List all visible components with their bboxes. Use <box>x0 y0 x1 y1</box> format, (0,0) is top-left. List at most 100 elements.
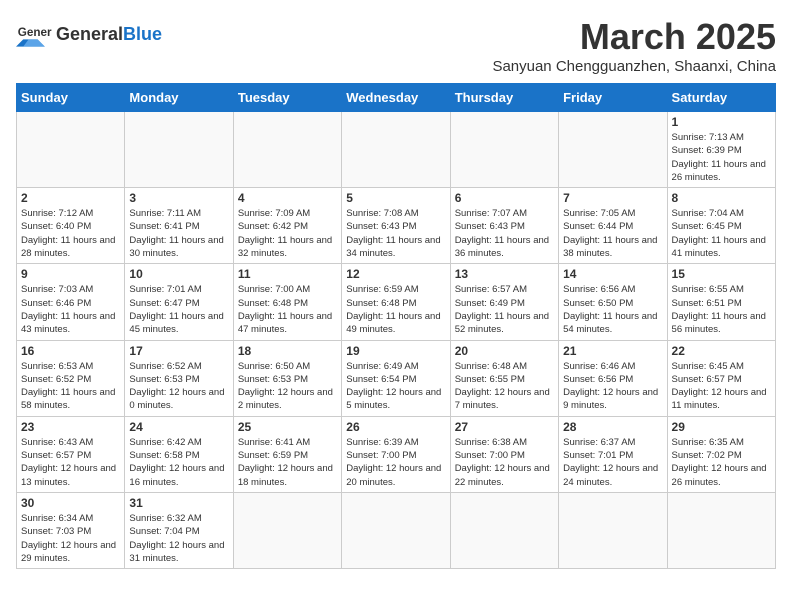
weekday-header-friday: Friday <box>559 84 667 112</box>
day-info: Sunrise: 6:43 AM Sunset: 6:57 PM Dayligh… <box>21 436 120 489</box>
day-cell <box>342 492 450 568</box>
day-cell: 26 Sunrise: 6:39 AM Sunset: 7:00 PM Dayli… <box>342 416 450 492</box>
day-cell <box>667 492 775 568</box>
weekday-header-tuesday: Tuesday <box>233 84 341 112</box>
day-cell: 4Sunrise: 7:09 AM Sunset: 6:42 PM Daylig… <box>233 188 341 264</box>
day-number: 16 <box>21 344 120 358</box>
day-info: Sunrise: 6:49 AM Sunset: 6:54 PM Dayligh… <box>346 360 445 413</box>
day-cell: 21Sunrise: 6:46 AM Sunset: 6:56 PM Dayli… <box>559 340 667 416</box>
day-cell: 13Sunrise: 6:57 AM Sunset: 6:49 PM Dayli… <box>450 264 558 340</box>
day-number: 12 <box>346 267 445 281</box>
day-info: Sunrise: 6:42 AM Sunset: 6:58 PM Dayligh… <box>129 436 228 489</box>
week-row-1: 1 Sunrise: 7:13 AM Sunset: 6:39 PM Daylig… <box>17 112 776 188</box>
day-number: 30 <box>21 496 120 510</box>
day-cell: 27 Sunrise: 6:38 AM Sunset: 7:00 PM Dayli… <box>450 416 558 492</box>
day-cell: 18Sunrise: 6:50 AM Sunset: 6:53 PM Dayli… <box>233 340 341 416</box>
day-cell: 6 Sunrise: 7:07 AM Sunset: 6:43 PM Daylig… <box>450 188 558 264</box>
day-info: Sunrise: 7:00 AM Sunset: 6:48 PM Dayligh… <box>238 283 337 336</box>
day-info: Sunrise: 7:01 AM Sunset: 6:47 PM Dayligh… <box>129 283 228 336</box>
day-info: Sunrise: 6:41 AM Sunset: 6:59 PM Dayligh… <box>238 436 337 489</box>
day-info: Sunrise: 7:11 AM Sunset: 6:41 PM Dayligh… <box>129 207 228 260</box>
week-row-3: 9 Sunrise: 7:03 AM Sunset: 6:46 PM Daylig… <box>17 264 776 340</box>
day-info: Sunrise: 6:59 AM Sunset: 6:48 PM Dayligh… <box>346 283 445 336</box>
day-number: 17 <box>129 344 228 358</box>
day-cell <box>342 112 450 188</box>
day-cell: 11 Sunrise: 7:00 AM Sunset: 6:48 PM Dayli… <box>233 264 341 340</box>
day-cell: 12 Sunrise: 6:59 AM Sunset: 6:48 PM Dayli… <box>342 264 450 340</box>
day-number: 14 <box>563 267 662 281</box>
day-number: 18 <box>238 344 337 358</box>
day-number: 8 <box>672 191 771 205</box>
week-row-6: 30 Sunrise: 6:34 AM Sunset: 7:03 PM Dayli… <box>17 492 776 568</box>
day-number: 24 <box>129 420 228 434</box>
day-number: 6 <box>455 191 554 205</box>
day-info: Sunrise: 6:53 AM Sunset: 6:52 PM Dayligh… <box>21 360 120 413</box>
day-info: Sunrise: 6:32 AM Sunset: 7:04 PM Dayligh… <box>129 512 228 565</box>
day-info: Sunrise: 6:34 AM Sunset: 7:03 PM Dayligh… <box>21 512 120 565</box>
month-title: March 2025 <box>492 16 776 58</box>
day-number: 27 <box>455 420 554 434</box>
day-info: Sunrise: 6:45 AM Sunset: 6:57 PM Dayligh… <box>672 360 771 413</box>
day-cell: 16 Sunrise: 6:53 AM Sunset: 6:52 PM Dayli… <box>17 340 125 416</box>
day-number: 19 <box>346 344 445 358</box>
weekday-header-row: SundayMondayTuesdayWednesdayThursdayFrid… <box>17 84 776 112</box>
logo-icon: General <box>16 16 52 52</box>
day-number: 11 <box>238 267 337 281</box>
day-number: 3 <box>129 191 228 205</box>
day-cell: 17Sunrise: 6:52 AM Sunset: 6:53 PM Dayli… <box>125 340 233 416</box>
logo: General GeneralBlue <box>16 16 162 52</box>
day-info: Sunrise: 7:08 AM Sunset: 6:43 PM Dayligh… <box>346 207 445 260</box>
day-cell: 7Sunrise: 7:05 AM Sunset: 6:44 PM Daylig… <box>559 188 667 264</box>
day-info: Sunrise: 6:35 AM Sunset: 7:02 PM Dayligh… <box>672 436 771 489</box>
day-cell: 10 Sunrise: 7:01 AM Sunset: 6:47 PM Dayli… <box>125 264 233 340</box>
day-cell <box>559 112 667 188</box>
day-info: Sunrise: 7:07 AM Sunset: 6:43 PM Dayligh… <box>455 207 554 260</box>
day-cell: 3 Sunrise: 7:11 AM Sunset: 6:41 PM Daylig… <box>125 188 233 264</box>
day-cell: 29Sunrise: 6:35 AM Sunset: 7:02 PM Dayli… <box>667 416 775 492</box>
day-number: 26 <box>346 420 445 434</box>
location-title: Sanyuan Chengguanzhen, Shaanxi, China <box>492 58 776 75</box>
day-cell: 31Sunrise: 6:32 AM Sunset: 7:04 PM Dayli… <box>125 492 233 568</box>
day-number: 1 <box>672 115 771 129</box>
week-row-5: 23 Sunrise: 6:43 AM Sunset: 6:57 PM Dayli… <box>17 416 776 492</box>
day-cell: 9 Sunrise: 7:03 AM Sunset: 6:46 PM Daylig… <box>17 264 125 340</box>
title-block: March 2025 Sanyuan Chengguanzhen, Shaanx… <box>492 16 776 75</box>
day-number: 10 <box>129 267 228 281</box>
day-info: Sunrise: 6:38 AM Sunset: 7:00 PM Dayligh… <box>455 436 554 489</box>
day-number: 25 <box>238 420 337 434</box>
header: General GeneralBlue March 2025 Sanyuan C… <box>16 16 776 75</box>
day-cell <box>450 112 558 188</box>
day-cell: 14 Sunrise: 6:56 AM Sunset: 6:50 PM Dayli… <box>559 264 667 340</box>
day-cell <box>125 112 233 188</box>
weekday-header-sunday: Sunday <box>17 84 125 112</box>
weekday-header-monday: Monday <box>125 84 233 112</box>
day-cell: 15Sunrise: 6:55 AM Sunset: 6:51 PM Dayli… <box>667 264 775 340</box>
day-number: 9 <box>21 267 120 281</box>
week-row-2: 2Sunrise: 7:12 AM Sunset: 6:40 PM Daylig… <box>17 188 776 264</box>
weekday-header-saturday: Saturday <box>667 84 775 112</box>
day-cell: 2Sunrise: 7:12 AM Sunset: 6:40 PM Daylig… <box>17 188 125 264</box>
day-number: 5 <box>346 191 445 205</box>
day-cell <box>233 112 341 188</box>
day-info: Sunrise: 6:37 AM Sunset: 7:01 PM Dayligh… <box>563 436 662 489</box>
day-info: Sunrise: 6:57 AM Sunset: 6:49 PM Dayligh… <box>455 283 554 336</box>
day-number: 4 <box>238 191 337 205</box>
day-info: Sunrise: 6:39 AM Sunset: 7:00 PM Dayligh… <box>346 436 445 489</box>
day-info: Sunrise: 7:03 AM Sunset: 6:46 PM Dayligh… <box>21 283 120 336</box>
day-number: 23 <box>21 420 120 434</box>
day-info: Sunrise: 6:46 AM Sunset: 6:56 PM Dayligh… <box>563 360 662 413</box>
weekday-header-thursday: Thursday <box>450 84 558 112</box>
day-cell: 8 Sunrise: 7:04 AM Sunset: 6:45 PM Daylig… <box>667 188 775 264</box>
day-info: Sunrise: 6:55 AM Sunset: 6:51 PM Dayligh… <box>672 283 771 336</box>
day-number: 22 <box>672 344 771 358</box>
day-cell: 1 Sunrise: 7:13 AM Sunset: 6:39 PM Daylig… <box>667 112 775 188</box>
day-info: Sunrise: 6:56 AM Sunset: 6:50 PM Dayligh… <box>563 283 662 336</box>
day-info: Sunrise: 7:13 AM Sunset: 6:39 PM Dayligh… <box>672 131 771 184</box>
day-cell <box>450 492 558 568</box>
day-info: Sunrise: 6:48 AM Sunset: 6:55 PM Dayligh… <box>455 360 554 413</box>
svg-text:General: General <box>18 26 52 39</box>
day-cell: 5 Sunrise: 7:08 AM Sunset: 6:43 PM Daylig… <box>342 188 450 264</box>
day-info: Sunrise: 7:04 AM Sunset: 6:45 PM Dayligh… <box>672 207 771 260</box>
day-cell: 20Sunrise: 6:48 AM Sunset: 6:55 PM Dayli… <box>450 340 558 416</box>
day-number: 2 <box>21 191 120 205</box>
